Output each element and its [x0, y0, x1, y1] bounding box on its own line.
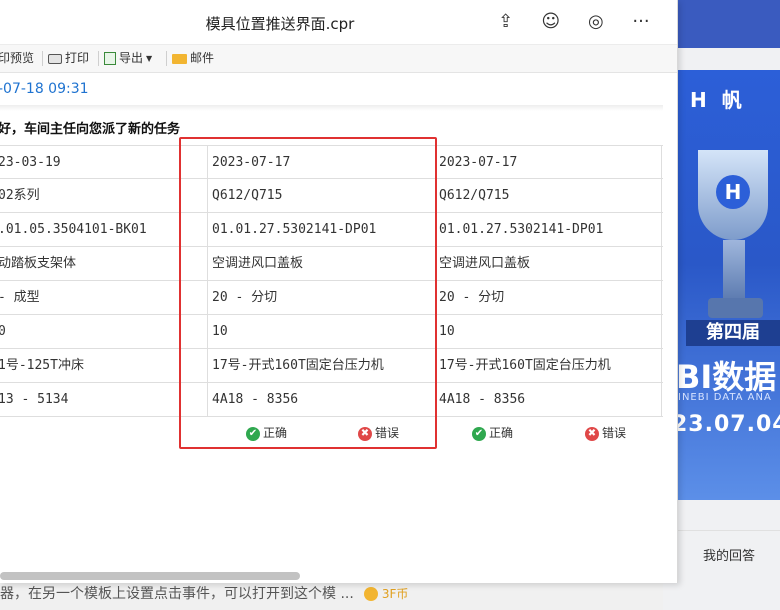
cell-series: Q612/Q715 [439, 188, 510, 203]
report-toolbar: 印预览 打印 导出 ▼ 邮件 [0, 45, 677, 73]
cell-count: 10 [439, 324, 455, 339]
print-preview-button[interactable]: 印预览 [0, 45, 34, 72]
tab-divider [663, 530, 780, 531]
check-icon: ✔ [472, 426, 486, 441]
trophy-logo-icon: H [716, 175, 750, 209]
cell-part-name: 空调进风口盖板 [439, 256, 531, 271]
wrong-label: 错误 [602, 426, 627, 440]
banner-date: 23.07.04 [672, 412, 780, 437]
trophy-base [708, 298, 763, 318]
mail-icon [172, 53, 187, 64]
cell-part-code: 01.01.27.5302141-DP01 [439, 222, 604, 237]
post-snippet-text: 器，在另一个模板上设置点击事件，可以打开到这个模 ... [0, 586, 354, 602]
printer-icon [48, 53, 62, 64]
cell-process: - 成型 [0, 290, 40, 305]
cell-series: 02系列 [0, 188, 40, 203]
export-button[interactable]: 导出 ▼ [104, 45, 152, 72]
close-icon: ✖ [585, 426, 599, 441]
trophy-stem [723, 240, 745, 300]
more-icon[interactable]: ··· [627, 10, 655, 34]
cell-process: 20 - 分切 [439, 290, 505, 305]
browser-icon[interactable]: ◎ [582, 10, 610, 34]
highlight-box [179, 137, 437, 449]
chevron-down-icon: ▼ [146, 54, 153, 63]
cell-machine: 17号-开式160T固定台压力机 [439, 358, 611, 373]
cell-part-name: 动踏板支架体 [0, 256, 77, 271]
share-icon[interactable]: ⇪ [492, 10, 520, 34]
export-label: 导出 [119, 51, 144, 65]
cell-machine: 1号-125T冲床 [0, 358, 84, 373]
cell-count: 0 [0, 315, 176, 349]
correct-label: 正确 [489, 426, 514, 440]
cell-location: 13 - 5134 [0, 392, 69, 407]
mail-label: 邮件 [190, 51, 215, 65]
toolbar-separator [98, 51, 99, 66]
task-greeting: 好，车间主任向您派了新的任务 [0, 122, 181, 137]
wechat-icon[interactable]: ☺ [537, 10, 565, 34]
timestamp-bar: -07-18 09:31 [0, 73, 663, 105]
mail-button[interactable]: 邮件 [172, 45, 214, 72]
cell-part-code: .01.05.3504101-BK01 [0, 222, 147, 237]
brand-logo: H 帆 [690, 88, 746, 112]
window-title: 模具位置推送界面.cpr [205, 15, 355, 33]
print-label: 打印 [65, 51, 90, 65]
correct-button[interactable]: ✔ 正确 [472, 424, 513, 442]
print-button[interactable]: 打印 [48, 45, 89, 72]
divider-shadow [0, 105, 663, 111]
background-header [663, 0, 780, 48]
title-bar-actions: ⇪ ☺ ◎ ··· [480, 10, 655, 34]
banner-ribbon: 第四届 [686, 320, 780, 346]
cell-date: 23-03-19 [0, 155, 61, 170]
report-window: 模具位置推送界面.cpr ⇪ ☺ ◎ ··· 印预览 打印 导出 ▼ 邮件 -07… [0, 0, 678, 583]
wrong-button[interactable]: ✖ 错误 [585, 424, 626, 442]
coin-icon [363, 587, 378, 601]
cell-date: 2023-07-17 [439, 155, 518, 170]
banner-subtitle: INEBI DATA ANA [678, 392, 772, 403]
toolbar-separator [166, 51, 167, 66]
background-page: H 帆 H 第四届 BI数据 INEBI DATA ANA 23.07.04 我… [663, 0, 780, 610]
cell-location: 4A18 - 8356 [439, 392, 526, 407]
background-post-snippet[interactable]: 器，在另一个模板上设置点击事件，可以打开到这个模 ... 3F币 [0, 583, 663, 610]
export-icon [104, 52, 116, 65]
coin-text: 3F币 [381, 587, 409, 601]
horizontal-scrollbar[interactable] [0, 572, 300, 580]
print-preview-label: 印预览 [0, 51, 35, 65]
toolbar-separator [42, 51, 43, 66]
timestamp: -07-18 09:31 [0, 81, 89, 97]
title-bar: 模具位置推送界面.cpr ⇪ ☺ ◎ ··· [0, 0, 677, 45]
promo-banner[interactable]: H 帆 H 第四届 BI数据 INEBI DATA ANA 23.07.04 [668, 70, 780, 500]
tab-my-answer[interactable]: 我的回答 [703, 545, 755, 564]
